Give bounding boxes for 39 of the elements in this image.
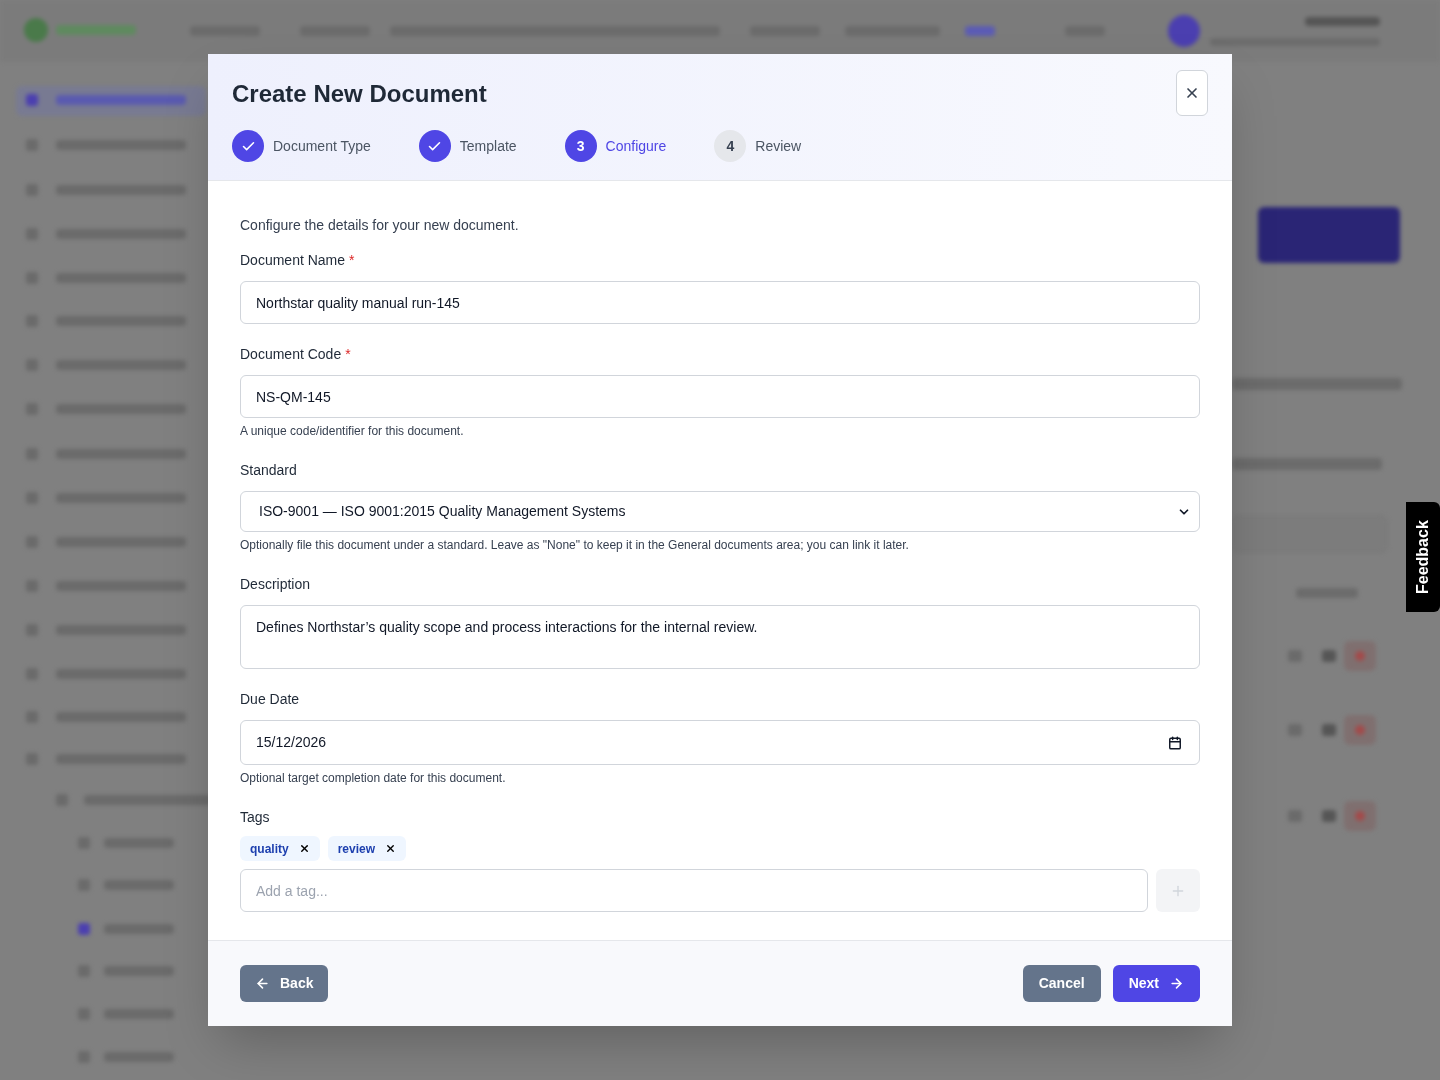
tag-input-field[interactable]: Add a tag... [240, 869, 1148, 912]
step-label: Review [755, 136, 802, 156]
step-label: Document Type [273, 136, 371, 156]
field-label: Standard [240, 461, 297, 480]
field-label: Description [240, 575, 311, 594]
close-icon [298, 843, 310, 854]
required-mark: * [345, 345, 351, 364]
field-label: Tags [240, 808, 270, 827]
step-number: 4 [714, 130, 747, 162]
back-button[interactable]: Back [240, 965, 329, 1002]
cancel-button[interactable]: Cancel [1022, 965, 1101, 1002]
description-field[interactable]: Defines Northstar’s quality scope and process interactions for the internal review. [240, 605, 1200, 669]
close-icon [385, 843, 397, 854]
calendar-icon [1168, 735, 1182, 750]
select-field[interactable]: ISO-9001 — ISO 9001:2015 Quality Management Systems [240, 491, 1200, 532]
step-label: Configure [605, 136, 667, 156]
field-label: Document Name [240, 251, 346, 270]
step-label: Template [459, 136, 517, 156]
tag-label: quality [250, 840, 289, 858]
field-label: Due Date [240, 690, 300, 709]
remove-tag-button[interactable] [298, 843, 310, 854]
step-number: 3 [564, 130, 597, 162]
intro-text: Configure the details for your new document. [240, 216, 520, 235]
dialog-title: Create New Document [232, 79, 487, 109]
tag-label: review [337, 840, 376, 858]
help-text: Optional target completion date for this document. [240, 770, 507, 787]
field-label: Document Code [240, 345, 342, 364]
text-field[interactable]: Northstar quality manual run-145 [240, 281, 1200, 324]
close-icon [1184, 85, 1200, 101]
text-field[interactable]: NS-QM-145 [240, 375, 1200, 418]
feedback-tab[interactable]: Feedback [1406, 502, 1440, 612]
close-button[interactable] [1176, 70, 1208, 116]
next-button[interactable]: Next [1112, 965, 1200, 1002]
date-field[interactable]: 15/12/2026 [240, 720, 1200, 765]
help-text: Optionally file this document under a standard. Leave as "None" to keep it in the General documents area; you can link it later. [240, 537, 910, 554]
remove-tag-button[interactable] [385, 843, 397, 854]
help-text: A unique code/identifier for this document. [240, 423, 465, 440]
arrow-right-icon [1169, 976, 1184, 991]
required-mark: * [349, 251, 355, 270]
